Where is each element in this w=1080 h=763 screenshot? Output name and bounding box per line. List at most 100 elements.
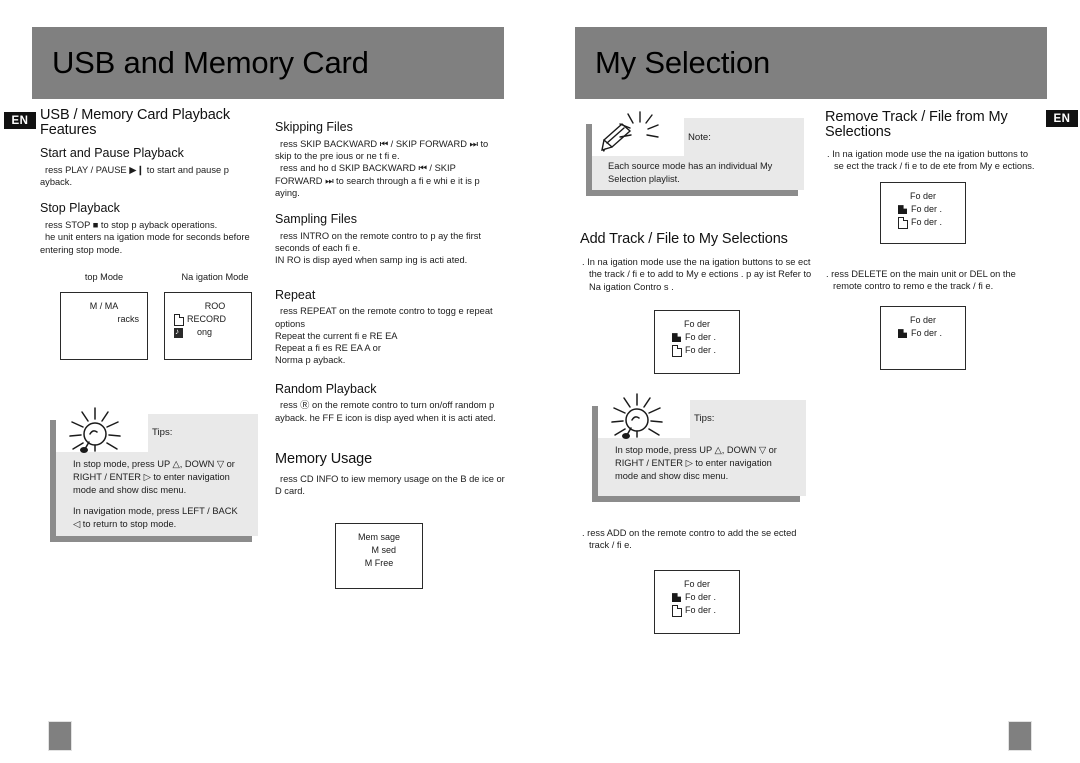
- folder-icon: [897, 203, 908, 216]
- tips-callout-right: Tips: In stop mode, press UP △, DOWN ▽ o…: [592, 393, 806, 502]
- display-line-text: Fo der .: [911, 217, 943, 228]
- display-line: Mem sage: [344, 531, 414, 544]
- callout-label: Note:: [688, 132, 711, 143]
- display-line: Fo der .: [663, 331, 731, 344]
- tips-callout-left: Tips: In stop mode, press UP △, DOWN ▽ o…: [50, 407, 258, 542]
- folder-icon: [671, 591, 682, 604]
- callout-panel: Tips: In stop mode, press UP △, DOWN ▽ o…: [598, 393, 806, 496]
- display-mock-footer-step: Fo der Fo der . Fo der .: [654, 570, 740, 634]
- display-line: Fo der: [889, 314, 957, 327]
- body-text: ress and ho d SKIP BACKWARD ⏮ / SKIP FOR…: [275, 163, 480, 198]
- display-mock-add-track: Fo der Fo der . Fo der .: [654, 310, 740, 374]
- subsection-title-repeat: Repeat: [275, 287, 316, 302]
- footer-step: . ress ADD on the remote contro to add t…: [580, 527, 812, 559]
- note-callout: Note: Each source mode has an individual…: [586, 111, 804, 196]
- folder-icon: [897, 327, 908, 340]
- pen-writing-icon: [601, 111, 659, 152]
- callout-paragraph: In navigation mode, press LEFT / BACK ◁ …: [73, 505, 238, 529]
- callout-label: Tips:: [152, 427, 173, 438]
- lightbulb-icon: [69, 407, 121, 453]
- display-line-text: Fo der .: [911, 204, 943, 215]
- page-title-left: USB and Memory Card: [52, 45, 369, 80]
- display-line-text: ROO: [204, 301, 226, 311]
- section-heading: USB / Memory Card Playback Features: [40, 107, 230, 139]
- column-4: Remove Track / File from My Selections .…: [825, 109, 1040, 180]
- body-text: ress PLAY / PAUSE ▶❙ to start and pause …: [40, 164, 229, 188]
- body-text: ress Ⓡ on the remote contro to turn on/o…: [275, 400, 496, 423]
- display-line: Fo der .: [663, 344, 731, 357]
- display-line-text: Fo der: [909, 315, 936, 325]
- display-mock-memory-usage: Mem sage M sed M Free: [335, 523, 423, 589]
- doc-icon: [173, 313, 184, 326]
- display-mock-remove-2: Fo der Fo der .: [880, 306, 966, 370]
- display-line: Fo der: [663, 318, 731, 331]
- display-line: racks: [69, 313, 139, 326]
- display-line: ROO: [173, 300, 243, 313]
- display-line-text: Fo der .: [685, 592, 717, 603]
- display-line-text: Fo der: [683, 579, 710, 589]
- display-line: Fo der: [889, 190, 957, 203]
- remove-step-2: . ress DELETE on the main unit or DEL on…: [824, 268, 1042, 300]
- body-text: Norma p ayback.: [275, 355, 346, 366]
- display-line-text: M Free: [364, 558, 394, 569]
- column-2: Skipping Files ress SKIP BACKWARD ⏮ / SK…: [275, 112, 505, 505]
- display-line-text: M / MA: [89, 301, 119, 311]
- display-line: Fo der .: [663, 604, 731, 617]
- page-banner-left: USB and Memory Card: [32, 27, 504, 99]
- display-mock-stop-mode: M / MA racks: [60, 292, 148, 360]
- page-title-right: My Selection: [595, 45, 771, 80]
- subsection-title-sampling-files: Sampling Files: [275, 212, 357, 227]
- display-mock-navigation-mode: ROO RECORD ong: [164, 292, 252, 360]
- display-line: Fo der .: [889, 216, 957, 229]
- music-file-icon: [173, 326, 184, 339]
- display-mock-remove-1: Fo der Fo der . Fo der .: [880, 182, 966, 244]
- display-line: M sed: [344, 544, 414, 557]
- body-text: ress REPEAT on the remote contro to togg…: [275, 306, 493, 329]
- display-line-text: racks: [117, 314, 139, 325]
- body-text: Repeat a fi es RE EA A or: [275, 343, 381, 354]
- body-text: ress SKIP BACKWARD ⏮ / SKIP FORWARD ⏭ to…: [275, 138, 489, 162]
- display-caption-navigation-mode: Na igation Mode: [181, 272, 249, 282]
- subsection-title-skipping-files: Skipping Files: [275, 120, 353, 134]
- callout-panel: Note: Each source mode has an individual…: [592, 111, 804, 190]
- display-line-text: Mem sage: [357, 532, 401, 542]
- display-line: Fo der .: [889, 203, 957, 216]
- display-line-text: Fo der: [909, 191, 936, 201]
- body-text: he unit enters na igation mode for secon…: [40, 232, 250, 255]
- body-text: . ress DELETE on the main unit or DEL on…: [826, 269, 1016, 292]
- section-heading-memory-usage: Memory Usage: [275, 450, 373, 467]
- display-line: ong: [173, 326, 243, 339]
- subsection-title-start-pause: Start and Pause Playback: [40, 146, 184, 161]
- body-text: . ress ADD on the remote contro to add t…: [582, 528, 797, 551]
- page-number-chip-right: [1008, 721, 1032, 751]
- display-line-text: Fo der .: [685, 605, 717, 616]
- body-text: ress STOP ■ to stop p ayback operations.: [45, 220, 218, 231]
- callout-paragraph: In stop mode, press UP △, DOWN ▽ or RIGH…: [73, 459, 235, 496]
- body-text: . In na igation mode use the na igation …: [582, 257, 812, 292]
- section-heading-add-track: Add Track / File to My Selections: [580, 231, 788, 247]
- display-line: RECORD: [173, 313, 243, 326]
- callout-paragraph: In stop mode, press UP △, DOWN ▽ or RIGH…: [615, 445, 777, 482]
- body-text: ress CD INFO to iew memory usage on the …: [275, 474, 505, 497]
- callout-copy: In stop mode, press UP △, DOWN ▽ or RIGH…: [615, 444, 794, 484]
- display-line: M Free: [344, 557, 414, 570]
- subsection-title-random-playback: Random Playback: [275, 381, 377, 396]
- display-line: Fo der: [663, 578, 731, 591]
- callout-paragraph: Each source mode has an individual My Se…: [608, 161, 773, 185]
- folder-icon: [671, 331, 682, 344]
- display-line-text: ong: [197, 327, 213, 338]
- body-text: . In na igation mode use the na igation …: [827, 149, 1035, 172]
- display-line: Fo der .: [889, 327, 957, 340]
- display-line-text: Fo der .: [911, 328, 943, 339]
- display-line-text: Fo der: [683, 319, 710, 329]
- language-badge-right: EN: [1046, 110, 1078, 127]
- display-line-text: M sed: [371, 545, 396, 556]
- column-3: Add Track / File to My Selections . In n…: [580, 231, 816, 300]
- display-line: M / MA: [69, 300, 139, 313]
- display-line-text: Fo der .: [685, 345, 717, 356]
- language-badge-left: EN: [4, 112, 36, 129]
- page-left: USB and Memory Card EN USB / Memory Card…: [0, 0, 540, 763]
- doc-icon: [671, 604, 682, 617]
- column-1: USB / Memory Card Playback Features Star…: [40, 107, 258, 263]
- body-text: Repeat the current fi e RE EA: [275, 330, 398, 341]
